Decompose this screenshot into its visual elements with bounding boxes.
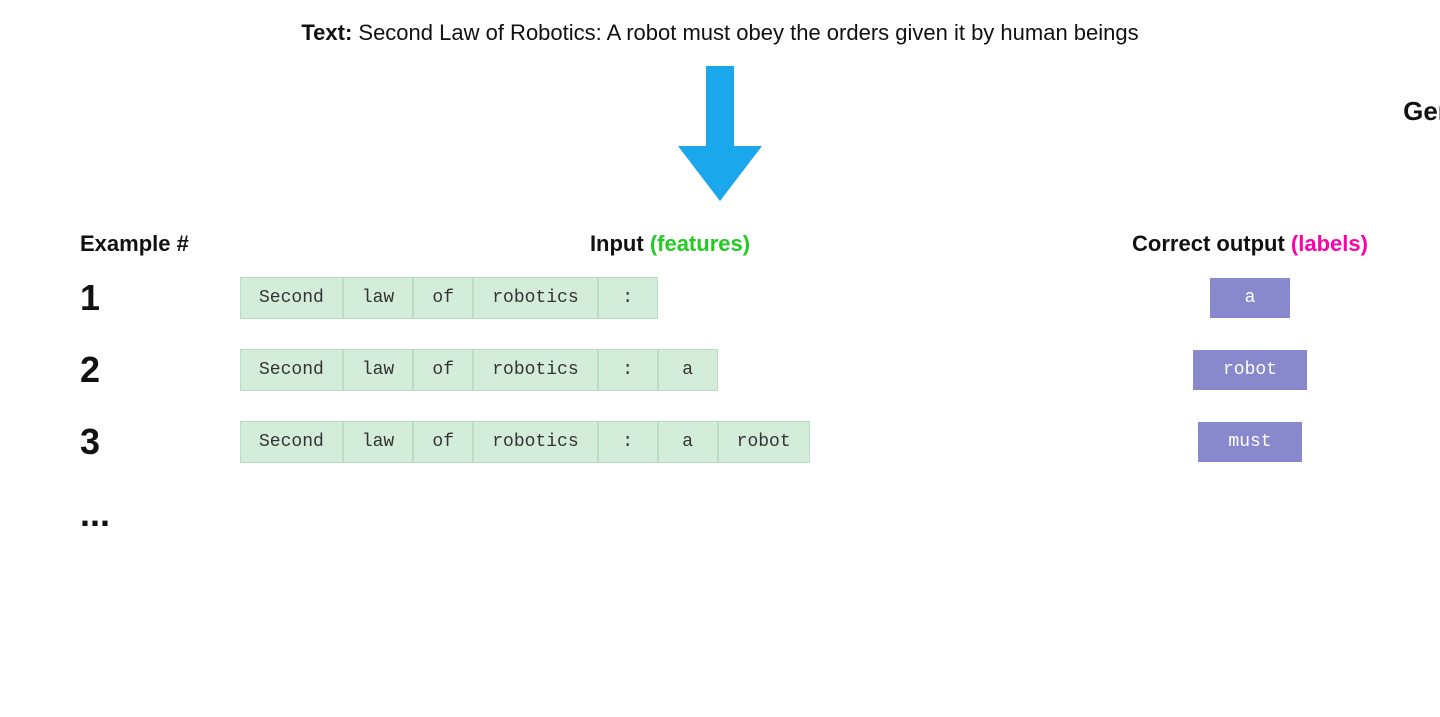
table-row: 2 Second law of robotics : a robot xyxy=(40,349,1400,391)
token-3-2: of xyxy=(413,421,473,463)
page-container: Text: Second Law of Robotics: A robot mu… xyxy=(0,0,1440,717)
token-2-5: a xyxy=(658,349,718,391)
token-2-3: robotics xyxy=(473,349,597,391)
token-1-3: robotics xyxy=(473,277,597,319)
token-3-5: a xyxy=(658,421,718,463)
token-2-2: of xyxy=(413,349,473,391)
token-2-0: Second xyxy=(240,349,343,391)
header-text: Text: Second Law of Robotics: A robot mu… xyxy=(301,20,1138,46)
token-3-4: : xyxy=(598,421,658,463)
table-row: 3 Second law of robotics : a robot must xyxy=(40,421,1400,463)
input-header-colored: (features) xyxy=(650,231,750,256)
table-row: 1 Second law of robotics : a xyxy=(40,277,1400,319)
output-box-3: must xyxy=(1198,422,1301,462)
arrow-container xyxy=(678,66,762,201)
output-box-2: robot xyxy=(1193,350,1307,390)
token-2-1: law xyxy=(343,349,413,391)
table-section: Example # Input (features) Correct outpu… xyxy=(0,231,1440,535)
output-token-3: must xyxy=(1100,422,1400,462)
example-number-1: 1 xyxy=(80,277,240,319)
token-2-4: : xyxy=(598,349,658,391)
output-header-plain: Correct output xyxy=(1132,231,1291,256)
col-output-header: Correct output (labels) xyxy=(1100,231,1400,257)
example-number-2: 2 xyxy=(80,349,240,391)
token-3-6: robot xyxy=(718,421,810,463)
example-number-3: 3 xyxy=(80,421,240,463)
header-content: Second Law of Robotics: A robot must obe… xyxy=(352,20,1138,45)
arrow-head xyxy=(678,146,762,201)
arrow-section: Generated training examples xyxy=(0,66,1440,201)
input-tokens-1: Second law of robotics : xyxy=(240,277,1100,319)
text-label: Text: xyxy=(301,20,352,45)
table-header: Example # Input (features) Correct outpu… xyxy=(40,231,1400,257)
output-box-1: a xyxy=(1210,278,1290,318)
token-3-0: Second xyxy=(240,421,343,463)
output-token-2: robot xyxy=(1100,350,1400,390)
col-input-header: Input (features) xyxy=(240,231,1100,257)
token-1-1: law xyxy=(343,277,413,319)
token-3-1: law xyxy=(343,421,413,463)
token-3-3: robotics xyxy=(473,421,597,463)
arrow-shaft xyxy=(706,66,734,146)
token-1-4: : xyxy=(598,277,658,319)
token-1-0: Second xyxy=(240,277,343,319)
input-header-plain: Input xyxy=(590,231,650,256)
generated-label: Generated training examples xyxy=(1403,96,1440,127)
output-header-colored: (labels) xyxy=(1291,231,1368,256)
col-example-header: Example # xyxy=(80,231,240,257)
ellipsis: ... xyxy=(40,493,1400,535)
token-1-2: of xyxy=(413,277,473,319)
input-tokens-2: Second law of robotics : a xyxy=(240,349,1100,391)
output-token-1: a xyxy=(1100,278,1400,318)
input-tokens-3: Second law of robotics : a robot xyxy=(240,421,1100,463)
